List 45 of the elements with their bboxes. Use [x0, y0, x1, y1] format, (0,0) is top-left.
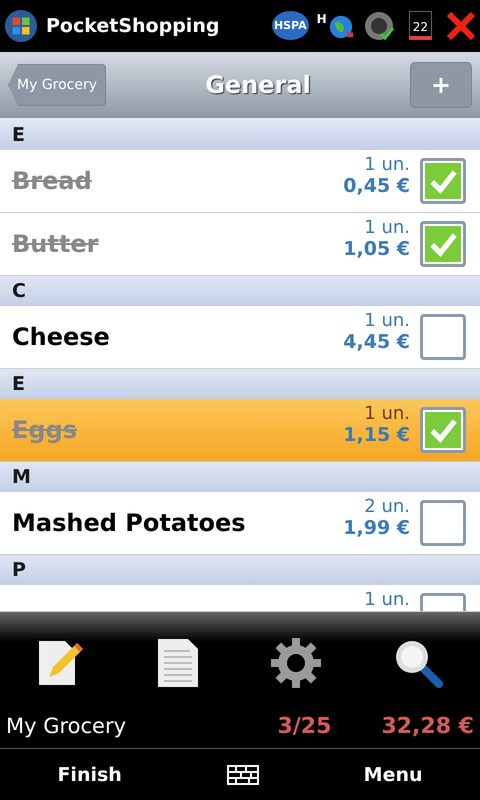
checkbox[interactable]: [420, 314, 466, 360]
section-header: M: [0, 462, 480, 492]
item-name: Bread: [12, 166, 93, 195]
section-header: C: [0, 276, 480, 306]
item-price: 0,45 €: [343, 174, 410, 197]
item-count: 3/25: [277, 714, 332, 739]
item-name: Butter: [12, 230, 100, 258]
close-icon[interactable]: [446, 10, 476, 41]
section-header: P: [0, 554, 480, 585]
battery-indicator: 22: [408, 11, 432, 40]
section-header: E: [0, 120, 480, 150]
checkbox[interactable]: [420, 500, 466, 546]
item-name: Cheese: [12, 322, 111, 351]
item-quantity: 1 un.: [364, 154, 410, 175]
item-price: 1,05 €: [343, 238, 410, 260]
list-name: My Grocery: [6, 714, 128, 738]
item-name: Mashed Potatoes: [12, 508, 247, 537]
item-quantity: 1 un.: [364, 310, 410, 331]
item-price: 4,45 €: [343, 330, 410, 353]
app-title: PocketShopping: [46, 14, 220, 37]
list-title: General: [205, 70, 311, 99]
speaker-icon[interactable]: [362, 10, 395, 42]
item-quantity: 2 un.: [364, 496, 410, 517]
back-button[interactable]: My Grocery: [8, 64, 106, 106]
data-connection-indicator: H: [316, 12, 355, 40]
item-quantity: 1 un.: [364, 588, 410, 610]
keyboard-icon[interactable]: [226, 764, 259, 785]
section-header: E: [0, 368, 480, 399]
document-icon[interactable]: [156, 637, 200, 690]
item-name: Eggs: [12, 416, 78, 444]
add-button[interactable]: +: [410, 62, 472, 108]
checkbox[interactable]: [420, 406, 466, 453]
list-item[interactable]: Eggs 1 un. 1,15 €: [0, 398, 480, 462]
item-quantity: 1 un.: [364, 216, 410, 238]
network-indicator: HSPA: [272, 11, 309, 40]
item-price: 1,99 €: [343, 516, 410, 539]
menu-softkey[interactable]: Menu: [354, 760, 433, 790]
checkbox[interactable]: [420, 220, 466, 267]
start-logo-icon[interactable]: [4, 8, 38, 43]
settings-icon[interactable]: [270, 637, 322, 690]
checkbox[interactable]: [420, 158, 466, 204]
item-quantity: 1 un.: [364, 402, 410, 424]
item-price: 1,15 €: [343, 424, 410, 446]
finish-softkey[interactable]: Finish: [47, 760, 132, 790]
total-price: 32,28 €: [381, 714, 474, 739]
